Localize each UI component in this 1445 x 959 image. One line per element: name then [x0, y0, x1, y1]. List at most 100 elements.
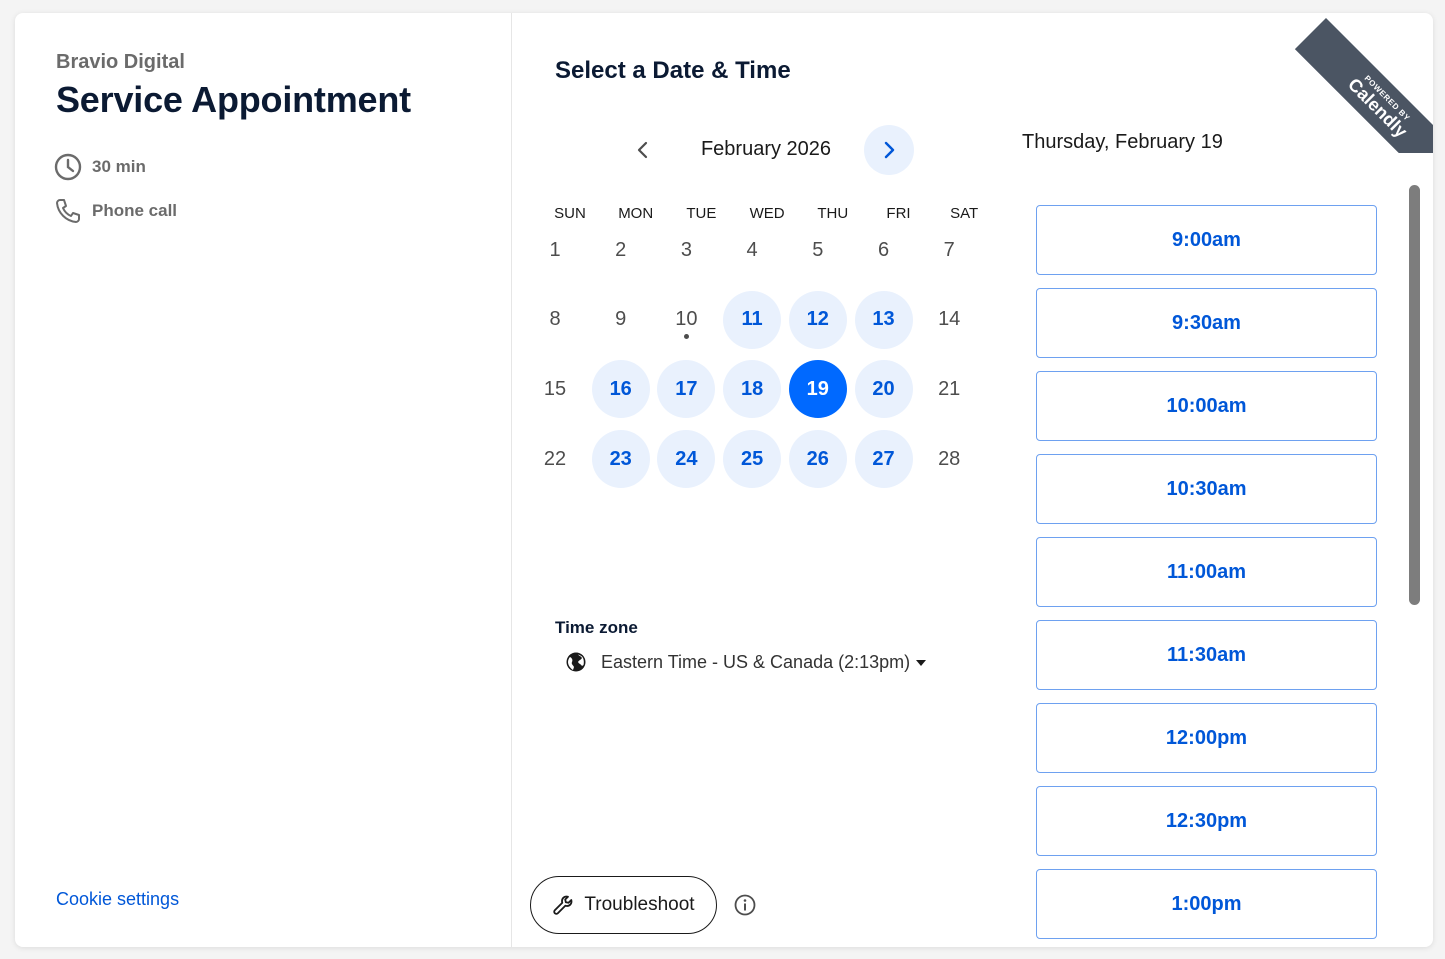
calendar-day: 9 [592, 291, 650, 349]
calendar-day[interactable]: 24 [657, 430, 716, 489]
calendar-day[interactable]: 20 [854, 360, 913, 419]
time-slot-button[interactable]: 12:00pm [1036, 703, 1377, 773]
calendar-day-number: 27 [872, 447, 895, 470]
calendar-day: 10 [657, 291, 715, 349]
weekday-label: TUE [686, 205, 717, 222]
powered-by-ribbon: POWERED BY Calendly [1294, 18, 1433, 153]
calendar-day-number: 10 [675, 308, 698, 331]
chevron-right-icon [884, 141, 895, 159]
chevron-left-icon [637, 141, 648, 159]
calendar-day: 21 [920, 360, 978, 418]
calendar-day-number: 25 [740, 447, 764, 470]
calendar-day-number: 9 [615, 308, 627, 331]
calendar-day-number: 17 [675, 377, 698, 400]
calendar-day-selected[interactable]: 19 [788, 360, 847, 419]
time-slot-button[interactable]: 9:30am [1036, 288, 1377, 358]
weekday-label: WED [749, 205, 785, 222]
next-month-button[interactable] [864, 125, 914, 175]
calendar-day-number: 8 [549, 308, 561, 331]
time-slot-scrollbar[interactable] [1409, 185, 1420, 605]
calendar-day: 5 [789, 221, 847, 279]
month-navigation: February 2026 [618, 125, 918, 175]
calendar-day: 1 [526, 221, 584, 279]
calendar-day[interactable]: 18 [723, 360, 782, 419]
calendar-day-number: 13 [872, 308, 895, 331]
time-slot-button[interactable]: 11:30am [1036, 620, 1377, 690]
calendar-day-number: 26 [806, 447, 829, 470]
booking-card: Bravio Digital Service Appointment 30 mi… [15, 13, 1433, 947]
calendar-day-number: 16 [609, 377, 632, 400]
calendar-day-number: 21 [938, 377, 961, 400]
calendar-day[interactable]: 12 [788, 290, 847, 349]
calendar-day[interactable]: 23 [591, 430, 650, 489]
time-slot-button[interactable]: 9:00am [1036, 205, 1377, 275]
today-indicator-dot [684, 333, 690, 339]
clock-icon [54, 153, 82, 181]
time-slot-button[interactable]: 12:30pm [1036, 786, 1377, 856]
event-location: Phone call [54, 197, 177, 225]
calendar-day[interactable]: 13 [854, 290, 913, 349]
calendar-day[interactable]: 11 [723, 290, 782, 349]
event-details-panel: Bravio Digital Service Appointment 30 mi… [15, 13, 512, 947]
time-slot-button[interactable]: 11:00am [1036, 537, 1377, 607]
timezone-value: Eastern Time - US & Canada (2:13pm) [601, 651, 911, 672]
time-slot-button[interactable]: 1:00pm [1036, 869, 1377, 939]
event-title: Service Appointment [56, 79, 411, 120]
month-label: February 2026 [700, 138, 832, 160]
phone-icon [54, 197, 82, 225]
time-slot-button[interactable]: 10:00am [1036, 371, 1377, 441]
powered-by-badge[interactable]: POWERED BY Calendly [1293, 13, 1433, 153]
troubleshoot-button[interactable]: Troubleshoot [530, 876, 717, 934]
calendar-day[interactable]: 25 [723, 430, 782, 489]
calendar-day-number: 7 [943, 238, 955, 261]
globe-icon [566, 652, 586, 672]
calendar-day: 2 [592, 221, 650, 279]
calendar-day-number: 15 [543, 377, 567, 400]
weekday-label: SUN [554, 205, 586, 222]
wrench-icon [553, 895, 573, 915]
calendar-day[interactable]: 27 [854, 430, 913, 489]
calendar-day-number: 24 [675, 447, 698, 470]
calendar-day-number: 12 [806, 308, 829, 331]
calendar-day: 8 [526, 291, 584, 349]
organization-name: Bravio Digital [56, 51, 185, 73]
calendar-day-number: 2 [615, 238, 627, 261]
calendar-day-number: 14 [938, 308, 961, 331]
event-duration: 30 min [54, 153, 146, 181]
calendar-day: 15 [526, 360, 584, 418]
calendar-day-number: 6 [877, 238, 890, 261]
time-slot-button[interactable]: 10:30am [1036, 454, 1377, 524]
calendar-day-number: 28 [938, 447, 961, 470]
timezone-label: Time zone [555, 618, 638, 637]
calendar-day-number: 4 [746, 238, 758, 261]
calendar-day[interactable]: 16 [591, 360, 650, 419]
calendar-day: 4 [723, 221, 781, 279]
calendar-day: 28 [920, 430, 978, 488]
calendar-day: 6 [855, 221, 913, 279]
calendar-day: 14 [920, 291, 978, 349]
weekday-label: SAT [950, 205, 979, 222]
calendar-day-number: 5 [812, 238, 824, 261]
info-icon[interactable] [733, 893, 757, 917]
calendar-day[interactable]: 17 [657, 360, 716, 419]
calendar-day-number: 22 [543, 447, 567, 470]
previous-month-button[interactable] [618, 125, 668, 175]
calendar-day[interactable]: 26 [788, 430, 847, 489]
calendar-day-number: 19 [806, 377, 829, 400]
calendar-day-number: 1 [549, 238, 561, 261]
calendar-day-number: 20 [872, 377, 895, 400]
timezone-select[interactable]: Eastern Time - US & Canada (2:13pm) [565, 651, 927, 673]
calendar-day-number: 3 [680, 238, 692, 261]
troubleshoot-label: Troubleshoot [584, 894, 695, 915]
selected-date-label: Thursday, February 19 [1022, 131, 1223, 153]
weekday-label: THU [817, 205, 849, 222]
scheduler-heading: Select a Date & Time [555, 57, 791, 84]
cookie-settings-link[interactable]: Cookie settings [56, 889, 179, 910]
calendar-day: 22 [526, 430, 584, 488]
weekday-header: SUN MON TUE WED THU FRI SAT [537, 205, 997, 225]
weekday-label: FRI [886, 205, 911, 222]
caret-down-icon [916, 660, 927, 666]
calendar-day: 7 [920, 221, 978, 279]
calendar-day-number: 18 [740, 377, 764, 400]
duration-label: 30 min [92, 157, 146, 176]
